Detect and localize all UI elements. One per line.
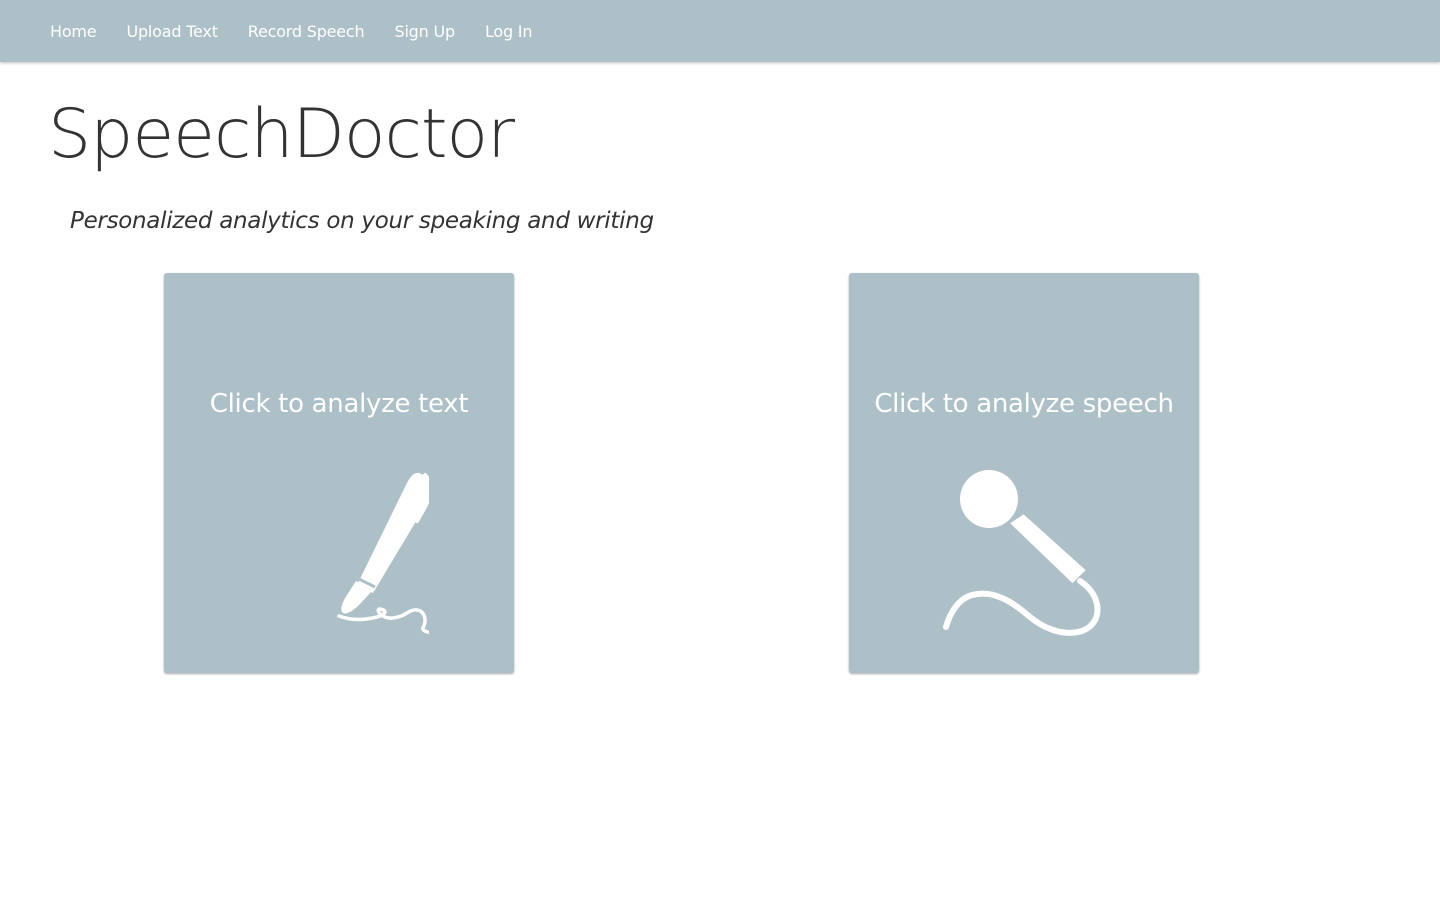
page-tagline: Personalized analytics on your speaking … bbox=[70, 208, 654, 234]
nav-list: Home Upload Text Record Speech Sign Up L… bbox=[50, 0, 562, 62]
analyze-speech-label: Click to analyze speech bbox=[874, 389, 1174, 419]
top-navbar: Home Upload Text Record Speech Sign Up L… bbox=[0, 0, 1440, 62]
analyze-speech-card[interactable]: Click to analyze speech bbox=[849, 273, 1199, 673]
pen-icon bbox=[164, 463, 514, 643]
nav-home-link[interactable]: Home bbox=[50, 22, 97, 41]
microphone-icon bbox=[849, 463, 1199, 643]
analyze-text-card[interactable]: Click to analyze text bbox=[164, 273, 514, 673]
page-title: SpeechDoctor bbox=[48, 95, 515, 174]
nav-sign-up-link[interactable]: Sign Up bbox=[394, 22, 455, 41]
nav-upload-text-link[interactable]: Upload Text bbox=[126, 22, 218, 41]
nav-log-in-link[interactable]: Log In bbox=[485, 22, 533, 41]
nav-record-speech-link[interactable]: Record Speech bbox=[248, 22, 365, 41]
analyze-text-label: Click to analyze text bbox=[209, 389, 469, 419]
